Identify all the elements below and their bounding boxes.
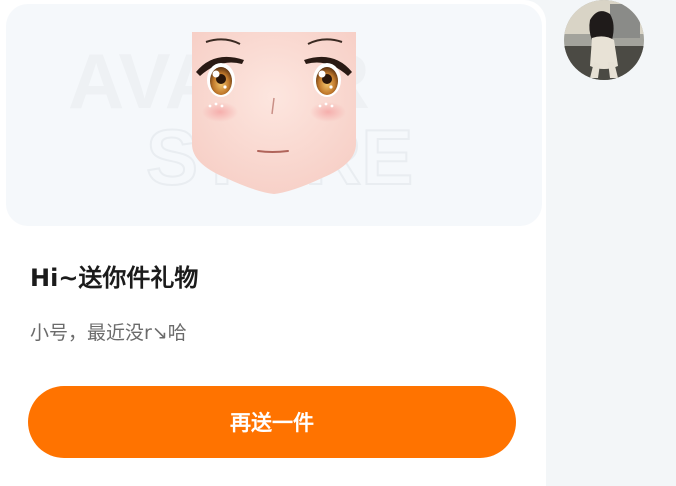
avatar-photo (564, 0, 644, 80)
send-again-button[interactable]: 再送一件 (28, 386, 516, 458)
avatar-face-icon (192, 32, 356, 194)
gift-title: Hi~送你件礼物 (30, 264, 199, 292)
gift-subtitle: 小号，最近没r↘哈 (30, 322, 187, 344)
avatar[interactable] (564, 0, 644, 80)
send-again-label: 再送一件 (230, 411, 314, 435)
gift-card: AVATAR STORE (0, 0, 546, 486)
gift-preview[interactable]: AVATAR STORE (6, 4, 542, 226)
